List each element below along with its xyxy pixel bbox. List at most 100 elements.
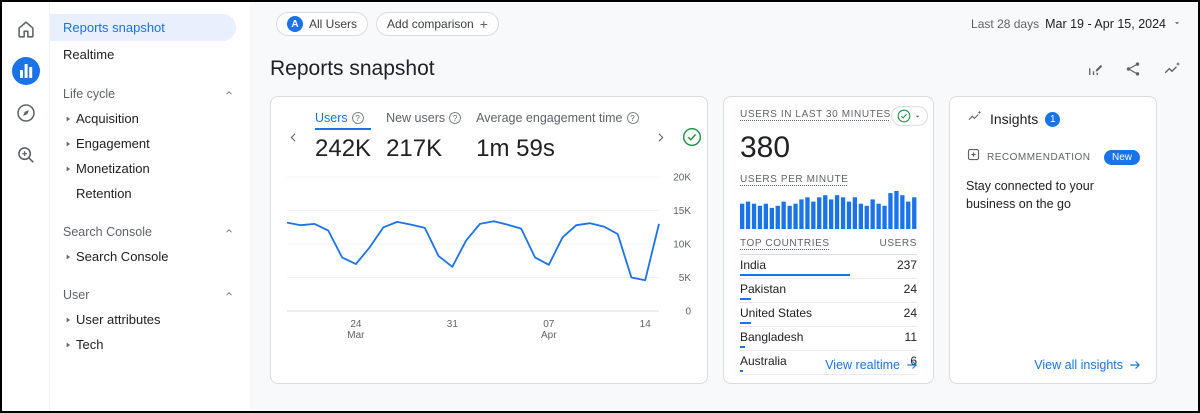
insights-title: Insights [990,111,1038,127]
metric-new-users[interactable]: New users ? 217K [386,111,461,163]
expand-arrow-icon [60,165,75,173]
sidebar-item-user-attributes[interactable]: User attributes [50,307,250,332]
sidebar-item-monetization[interactable]: Monetization [50,156,250,181]
country-row[interactable]: Bangladesh 11 [740,327,917,351]
metric-users[interactable]: Users ? 242K [315,111,371,163]
insight-message[interactable]: Stay connected to your business on the g… [966,177,1140,213]
plus-icon: + [480,16,488,32]
sidebar-item-label: Monetization [76,161,150,176]
country-row[interactable]: Pakistan 24 [740,279,917,303]
audience-avatar: A [287,16,303,32]
col-top-countries: TOP COUNTRIES [740,238,830,249]
sidebar-item-realtime[interactable]: Realtime [50,41,250,68]
svg-text:0: 0 [685,307,691,318]
arrow-right-icon [905,358,919,372]
country-users-value: 11 [905,330,917,344]
cards-row: Users ? 242K New users ? 217K [270,96,1182,384]
countries-table-header: TOP COUNTRIES USERS [740,238,917,255]
carousel-right-button[interactable] [654,131,667,144]
audience-chip-all-users[interactable]: A All Users [276,12,368,36]
chevron-up-icon [224,288,234,302]
audience-chip-label: All Users [309,17,357,31]
help-icon[interactable]: ? [449,112,461,124]
sidebar-item-acquisition[interactable]: Acquisition [50,106,250,131]
metric-label: New users [386,111,445,125]
chevron-up-icon [224,87,234,101]
sidebar-item-label: Retention [76,186,132,201]
metric-value: 242K [315,135,371,163]
share-icon[interactable] [1124,60,1142,78]
metric-avg-engagement-time[interactable]: Average engagement time ? 1m 59s [476,111,638,163]
sidebar-item-search-console[interactable]: Search Console [50,244,250,269]
nav-explore[interactable] [11,100,41,130]
section-header-life-cycle[interactable]: Life cycle [50,82,250,106]
col-users: USERS [880,238,917,249]
users-line-chart[interactable]: 05K10K15K20K24Mar3107Apr14 [287,171,693,343]
nav-home[interactable] [11,16,41,46]
insights-icon[interactable] [1162,60,1182,78]
main-content: A All Users Add comparison + Last 28 day… [250,2,1198,411]
section-header-user[interactable]: User [50,283,250,307]
country-row[interactable]: India 237 [740,255,917,279]
view-realtime-link[interactable]: View realtime [825,358,919,372]
customize-report-icon[interactable] [1086,60,1104,78]
sidebar-item-label: Reports snapshot [63,20,165,35]
metric-label: Users [315,111,348,125]
country-row[interactable]: United States 24 [740,303,917,327]
metric-value: 1m 59s [476,135,638,163]
app-window: Reports snapshot Realtime Life cycle Acq… [0,0,1200,413]
insights-count-badge: 1 [1045,112,1060,127]
country-name: Bangladesh [740,330,803,344]
country-mini-bar [740,274,850,276]
metric-label: Average engagement time [476,111,622,125]
expand-arrow-icon [60,341,75,349]
sidebar-item-tech[interactable]: Tech [50,332,250,357]
page-title: Reports snapshot [270,57,435,81]
nav-reports[interactable] [11,58,41,88]
help-icon[interactable]: ? [627,112,639,124]
nav-advertising[interactable] [11,142,41,172]
sidebar-section-user: User User attributes Tech [50,283,250,357]
section-header-search-console[interactable]: Search Console [50,220,250,244]
country-mini-bar [740,346,850,348]
country-users-value: 24 [904,306,917,320]
insights-sparkle-icon [966,109,983,129]
country-name: India [740,258,766,272]
data-quality-icon[interactable] [682,127,702,147]
section-title: User [63,288,89,302]
view-all-insights-link[interactable]: View all insights [1034,358,1142,372]
realtime-card: USERS IN LAST 30 MINUTES 380 USERS PER M… [723,96,934,384]
country-mini-bar [740,322,850,324]
country-users-value: 237 [897,258,917,272]
users-per-minute-chart[interactable] [740,191,918,229]
new-badge: New [1104,150,1140,165]
sidebar-section-life-cycle: Life cycle Acquisition Engagement Moneti… [50,82,250,206]
section-title: Search Console [63,225,152,239]
home-icon [15,18,37,45]
sidebar-item-label: Acquisition [76,111,139,126]
caret-down-icon [913,112,922,121]
arrow-right-icon [1128,358,1142,372]
country-users-value: 24 [904,282,917,296]
realtime-quality-dropdown[interactable] [891,106,928,126]
carousel-left-button[interactable] [287,131,300,144]
sidebar-item-reports-snapshot[interactable]: Reports snapshot [50,14,236,41]
sidebar-item-retention[interactable]: Retention [50,181,250,206]
sidebar-item-label: Tech [76,337,103,352]
sidebar-section-search-console: Search Console Search Console [50,220,250,269]
recommendation-row[interactable]: RECOMMENDATION New [966,147,1140,167]
advertising-icon [15,144,37,171]
date-preset-label: Last 28 days [971,17,1039,31]
svg-text:Mar: Mar [347,330,365,341]
active-users-count: 380 [740,131,917,165]
svg-text:5K: 5K [679,273,692,284]
svg-text:15K: 15K [673,206,691,217]
recommendation-label: RECOMMENDATION [987,152,1090,163]
expand-arrow-icon [60,316,75,324]
add-comparison-button[interactable]: Add comparison + [376,12,499,36]
metric-carousel: Users ? 242K New users ? 217K [287,111,691,163]
expand-arrow-icon [60,140,75,148]
sidebar-item-engagement[interactable]: Engagement [50,131,250,156]
help-icon[interactable]: ? [352,112,364,124]
date-range-picker[interactable]: Last 28 days Mar 19 - Apr 15, 2024 [971,17,1182,31]
